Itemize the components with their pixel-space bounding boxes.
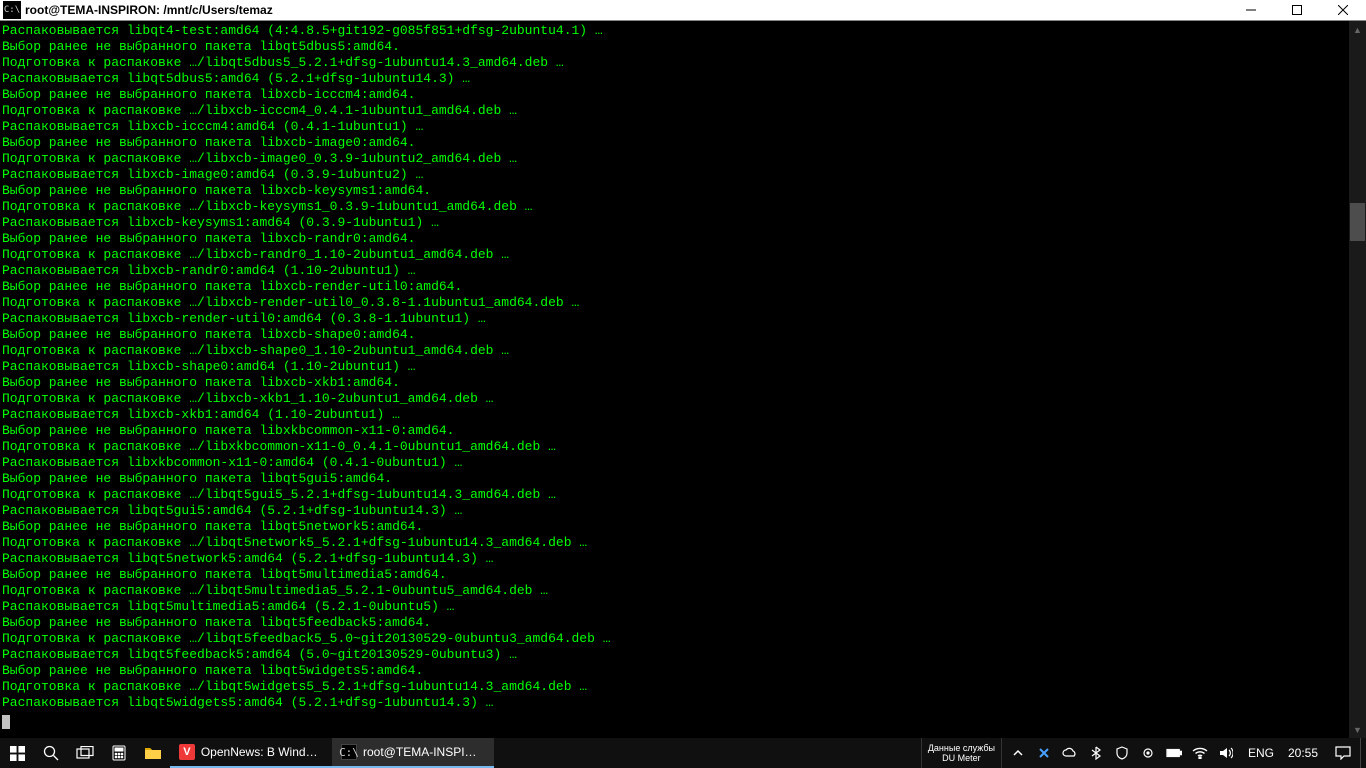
tray-bluetooth-icon[interactable] xyxy=(1088,746,1104,760)
tray-location-icon[interactable] xyxy=(1140,747,1156,759)
language-indicator[interactable]: ENG xyxy=(1242,738,1280,768)
tray-volume-icon[interactable] xyxy=(1218,747,1234,759)
du-meter-line2: DU Meter xyxy=(928,753,995,763)
pinned-calculator[interactable] xyxy=(102,738,136,768)
taskbar-task-label: OpenNews: В Windo… xyxy=(201,745,323,759)
system-tray xyxy=(1002,738,1242,768)
terminal-cursor xyxy=(2,715,10,729)
search-button[interactable] xyxy=(34,738,68,768)
scroll-down-button[interactable]: ▼ xyxy=(1349,721,1366,738)
console-icon: C:\ xyxy=(341,744,357,760)
taskbar-task-terminal[interactable]: C:\ root@TEMA-INSPIRO… xyxy=(332,738,494,768)
console-icon: C:\ xyxy=(3,1,21,19)
du-meter-line1: Данные службы xyxy=(928,743,995,753)
language-text: ENG xyxy=(1248,746,1274,760)
minimize-button[interactable] xyxy=(1228,0,1274,20)
tray-onedrive-icon[interactable] xyxy=(1062,747,1078,759)
terminal-window: C:\ root@TEMA-INSPIRON: /mnt/c/Users/tem… xyxy=(0,0,1366,738)
terminal-client-area: Распаковывается libqt4-test:amd64 (4:4.8… xyxy=(0,20,1366,738)
task-view-button[interactable] xyxy=(68,738,102,768)
tray-wifi-icon[interactable] xyxy=(1192,747,1208,759)
du-meter-widget[interactable]: Данные службы DU Meter xyxy=(921,738,1002,768)
maximize-button[interactable] xyxy=(1274,0,1320,20)
show-desktop-button[interactable] xyxy=(1360,738,1366,768)
close-button[interactable] xyxy=(1320,0,1366,20)
window-titlebar[interactable]: C:\ root@TEMA-INSPIRON: /mnt/c/Users/tem… xyxy=(0,0,1366,20)
terminal-output[interactable]: Распаковывается libqt4-test:amd64 (4:4.8… xyxy=(2,23,1348,738)
tray-show-hidden-icon[interactable] xyxy=(1010,748,1026,758)
taskbar-clock[interactable]: 20:55 xyxy=(1280,738,1326,768)
tray-app-icon[interactable] xyxy=(1036,746,1052,760)
pinned-file-explorer[interactable] xyxy=(136,738,170,768)
tray-security-icon[interactable] xyxy=(1114,746,1130,760)
scroll-thumb[interactable] xyxy=(1350,203,1365,241)
scroll-track[interactable] xyxy=(1349,38,1366,721)
action-center-button[interactable] xyxy=(1326,738,1360,768)
start-button[interactable] xyxy=(0,738,34,768)
scroll-up-button[interactable]: ▲ xyxy=(1349,21,1366,38)
window-title: root@TEMA-INSPIRON: /mnt/c/Users/temaz xyxy=(25,3,273,17)
taskbar-task-label: root@TEMA-INSPIRO… xyxy=(363,745,485,759)
clock-text: 20:55 xyxy=(1288,746,1318,760)
tray-battery-icon[interactable] xyxy=(1166,748,1182,758)
taskbar: V OpenNews: В Windo… C:\ root@TEMA-INSPI… xyxy=(0,738,1366,768)
vivaldi-icon: V xyxy=(179,744,195,760)
terminal-text: Распаковывается libqt4-test:amd64 (4:4.8… xyxy=(2,23,1348,711)
taskbar-task-vivaldi[interactable]: V OpenNews: В Windo… xyxy=(170,738,332,768)
vertical-scrollbar[interactable]: ▲ ▼ xyxy=(1349,21,1366,738)
